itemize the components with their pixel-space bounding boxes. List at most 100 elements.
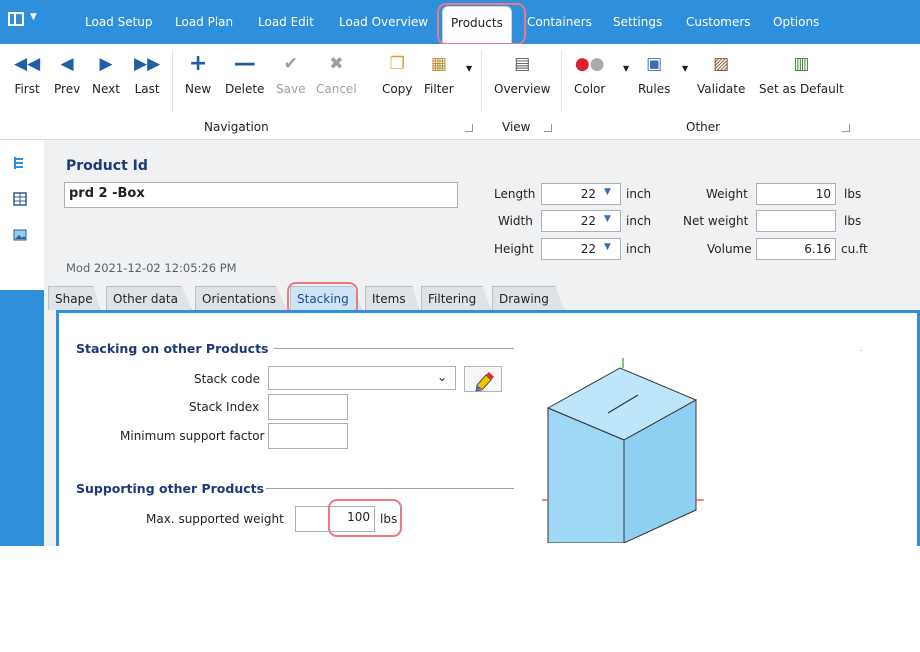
first-button[interactable]: ◀◀ First <box>14 52 40 96</box>
length-label: Length <box>494 187 536 201</box>
width-label: Width <box>498 214 533 228</box>
product-3d-preview <box>542 350 862 543</box>
copy-button[interactable]: ❐ Copy <box>382 52 412 96</box>
tree-view-icon[interactable] <box>13 156 27 170</box>
close-icon: ✖ <box>329 54 344 74</box>
prev-label: Prev <box>54 82 81 96</box>
color-button[interactable]: ●● Color <box>574 52 605 96</box>
ribbon-divider <box>172 50 173 112</box>
filter-button[interactable]: ▦ Filter <box>424 52 454 96</box>
stacking-on-other-title: Stacking on other Products <box>76 341 269 356</box>
net-weight-input[interactable] <box>756 210 836 232</box>
plus-icon: + <box>188 51 208 76</box>
rules-icon: ▣ <box>646 54 663 74</box>
section-divider <box>274 348 514 349</box>
view-launcher-icon[interactable] <box>544 124 552 132</box>
validate-icon: ▨ <box>713 54 730 74</box>
length-unit: inch <box>626 187 652 201</box>
stack-code-select[interactable] <box>268 366 456 390</box>
stack-index-input[interactable] <box>268 394 348 420</box>
sidebar-tools <box>0 140 44 290</box>
min-support-input[interactable] <box>268 423 348 449</box>
volume-input[interactable]: 6.16 <box>756 238 836 260</box>
max-weight-highlight <box>328 499 402 537</box>
ribbon: ◀◀ First ◀ Prev ▶ Next ▶▶ Last + New — Delete … <box>0 44 920 140</box>
other-launcher-icon[interactable] <box>842 124 850 132</box>
last-label: Last <box>134 82 160 96</box>
set-default-icon: ▥ <box>793 54 810 74</box>
check-icon: ✔ <box>283 54 298 74</box>
cancel-button[interactable]: ✖ Cancel <box>316 52 357 96</box>
ribbon-divider <box>561 50 562 112</box>
filter-dropdown-icon[interactable]: ▼ <box>466 64 472 73</box>
filter-label: Filter <box>424 82 454 96</box>
rules-button[interactable]: ▣ Rules <box>638 52 670 96</box>
color-dropdown-icon[interactable]: ▼ <box>623 64 629 73</box>
tab-load-overview[interactable]: Load Overview <box>339 15 428 29</box>
rules-dropdown-icon[interactable]: ▼ <box>682 64 688 73</box>
save-button[interactable]: ✔ Save <box>276 52 305 96</box>
width-dropdown-icon[interactable]: ▼ <box>604 214 611 224</box>
grid-view-icon[interactable] <box>13 192 27 206</box>
tab-load-setup[interactable]: Load Setup <box>85 15 153 29</box>
tab-customers[interactable]: Customers <box>686 15 751 29</box>
chevron-down-icon[interactable]: ⌄ <box>437 370 447 384</box>
validate-button[interactable]: ▨ Validate <box>697 52 745 96</box>
volume-label: Volume <box>707 242 752 256</box>
height-unit: inch <box>626 242 652 256</box>
tab-settings[interactable]: Settings <box>613 15 662 29</box>
navigation-group-label: Navigation <box>204 120 269 134</box>
filter-icon: ▦ <box>430 54 447 74</box>
stack-index-label: Stack Index <box>189 400 260 414</box>
max-weight-label: Max. supported weight <box>146 512 284 526</box>
app-menu-icon <box>8 12 24 26</box>
left-sidebar: Products <box>0 140 44 652</box>
overview-button[interactable]: ▤ Overview <box>494 52 551 96</box>
product-id-label: Product Id <box>66 158 148 174</box>
pencil-icon <box>475 372 494 392</box>
tab-drawing[interactable]: Drawing <box>492 286 564 310</box>
navigation-launcher-icon[interactable] <box>465 124 473 132</box>
next-label: Next <box>92 82 120 96</box>
width-unit: inch <box>626 214 652 228</box>
overview-icon: ▤ <box>514 54 531 74</box>
delete-label: Delete <box>225 82 265 96</box>
weight-input[interactable]: 10 <box>756 183 836 205</box>
net-weight-label: Net weight <box>683 214 749 228</box>
tab-filtering[interactable]: Filtering <box>421 286 491 310</box>
quick-access-menu[interactable]: ▼ <box>8 10 48 32</box>
set-as-default-button[interactable]: ▥ Set as Default <box>759 52 844 96</box>
new-button[interactable]: + New <box>185 51 212 97</box>
stack-code-label: Stack code <box>194 372 260 386</box>
chevron-down-icon: ▼ <box>30 12 37 22</box>
tab-shape[interactable]: Shape <box>48 286 100 310</box>
weight-unit: lbs <box>844 187 862 201</box>
next-button[interactable]: ▶ Next <box>92 52 120 96</box>
volume-unit: cu.ft <box>841 242 868 256</box>
image-view-icon[interactable] <box>13 228 27 242</box>
overview-label: Overview <box>494 82 551 96</box>
product-id-input[interactable]: prd 2 -Box <box>64 182 458 208</box>
tab-other-data[interactable]: Other data <box>106 286 192 310</box>
length-dropdown-icon[interactable]: ▼ <box>604 187 611 197</box>
prev-button[interactable]: ◀ Prev <box>54 52 80 96</box>
modified-timestamp: Mod 2021-12-02 12:05:26 PM <box>66 261 237 275</box>
tab-orientations[interactable]: Orientations <box>195 286 287 310</box>
delete-button[interactable]: — Delete <box>225 52 265 97</box>
validate-label: Validate <box>697 82 746 96</box>
tab-containers[interactable]: Containers <box>527 15 592 29</box>
tab-items[interactable]: Items <box>365 286 419 310</box>
copy-icon: ❐ <box>389 54 405 74</box>
height-dropdown-icon[interactable]: ▼ <box>604 242 611 252</box>
first-label: First <box>14 82 40 96</box>
tab-load-edit[interactable]: Load Edit <box>258 15 314 29</box>
new-label: New <box>185 82 212 96</box>
cancel-label: Cancel <box>316 82 357 96</box>
stack-code-picker-button[interactable] <box>464 366 502 392</box>
view-group-label: View <box>502 120 531 134</box>
copy-label: Copy <box>382 82 413 96</box>
tab-options[interactable]: Options <box>773 15 819 29</box>
last-button[interactable]: ▶▶ Last <box>134 52 160 96</box>
set-as-default-label: Set as Default <box>759 82 844 96</box>
tab-load-plan[interactable]: Load Plan <box>175 15 233 29</box>
